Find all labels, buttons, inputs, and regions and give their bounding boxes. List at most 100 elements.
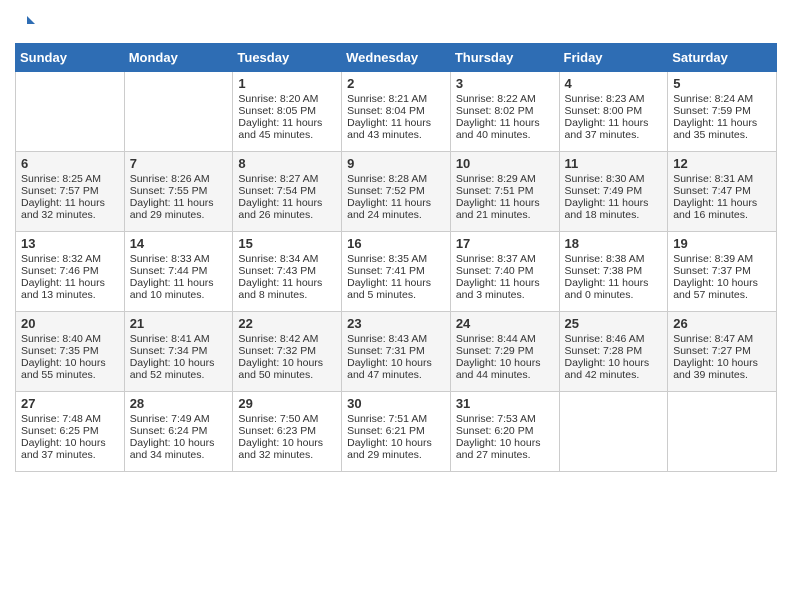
header-day-wednesday: Wednesday [342,43,451,71]
day-info: Sunrise: 8:44 AM [456,333,554,345]
header-day-friday: Friday [559,43,668,71]
page-header [15,10,777,39]
calendar-cell: 23Sunrise: 8:43 AMSunset: 7:31 PMDayligh… [342,311,451,391]
week-row-3: 13Sunrise: 8:32 AMSunset: 7:46 PMDayligh… [16,231,777,311]
day-info: Sunrise: 8:38 AM [565,253,663,265]
day-info: Sunrise: 8:40 AM [21,333,119,345]
calendar-header: SundayMondayTuesdayWednesdayThursdayFrid… [16,43,777,71]
day-info: Daylight: 10 hours and 44 minutes. [456,357,554,381]
calendar-cell: 25Sunrise: 8:46 AMSunset: 7:28 PMDayligh… [559,311,668,391]
logo-icon [17,14,37,34]
day-info: Sunset: 6:25 PM [21,425,119,437]
calendar-cell: 17Sunrise: 8:37 AMSunset: 7:40 PMDayligh… [450,231,559,311]
day-info: Sunrise: 8:47 AM [673,333,771,345]
day-info: Daylight: 11 hours and 45 minutes. [238,117,336,141]
header-day-sunday: Sunday [16,43,125,71]
day-info: Sunrise: 8:24 AM [673,93,771,105]
day-info: Daylight: 11 hours and 13 minutes. [21,277,119,301]
day-number: 25 [565,316,663,331]
day-info: Daylight: 11 hours and 10 minutes. [130,277,228,301]
day-info: Sunrise: 8:26 AM [130,173,228,185]
calendar-cell: 22Sunrise: 8:42 AMSunset: 7:32 PMDayligh… [233,311,342,391]
calendar-cell [16,71,125,151]
day-info: Sunset: 7:44 PM [130,265,228,277]
day-info: Sunrise: 8:22 AM [456,93,554,105]
day-info: Daylight: 10 hours and 34 minutes. [130,437,228,461]
day-number: 24 [456,316,554,331]
day-number: 3 [456,76,554,91]
calendar-cell: 26Sunrise: 8:47 AMSunset: 7:27 PMDayligh… [668,311,777,391]
day-info: Daylight: 10 hours and 27 minutes. [456,437,554,461]
day-number: 29 [238,396,336,411]
day-number: 28 [130,396,228,411]
calendar-cell: 19Sunrise: 8:39 AMSunset: 7:37 PMDayligh… [668,231,777,311]
day-info: Sunset: 7:29 PM [456,345,554,357]
day-number: 6 [21,156,119,171]
week-row-5: 27Sunrise: 7:48 AMSunset: 6:25 PMDayligh… [16,391,777,471]
day-info: Sunset: 6:20 PM [456,425,554,437]
day-info: Sunset: 7:37 PM [673,265,771,277]
day-number: 31 [456,396,554,411]
logo [15,14,37,39]
day-info: Sunrise: 8:32 AM [21,253,119,265]
day-info: Sunset: 7:35 PM [21,345,119,357]
day-info: Sunrise: 8:28 AM [347,173,445,185]
day-info: Sunset: 8:00 PM [565,105,663,117]
calendar-cell [559,391,668,471]
calendar-cell: 21Sunrise: 8:41 AMSunset: 7:34 PMDayligh… [124,311,233,391]
day-info: Sunset: 7:51 PM [456,185,554,197]
week-row-1: 1Sunrise: 8:20 AMSunset: 8:05 PMDaylight… [16,71,777,151]
day-info: Daylight: 10 hours and 47 minutes. [347,357,445,381]
day-number: 13 [21,236,119,251]
calendar-cell: 1Sunrise: 8:20 AMSunset: 8:05 PMDaylight… [233,71,342,151]
day-info: Sunset: 7:40 PM [456,265,554,277]
day-info: Sunset: 7:55 PM [130,185,228,197]
calendar-cell: 6Sunrise: 8:25 AMSunset: 7:57 PMDaylight… [16,151,125,231]
day-info: Sunrise: 8:43 AM [347,333,445,345]
day-number: 4 [565,76,663,91]
calendar-cell: 11Sunrise: 8:30 AMSunset: 7:49 PMDayligh… [559,151,668,231]
day-info: Sunrise: 8:25 AM [21,173,119,185]
day-info: Sunrise: 8:37 AM [456,253,554,265]
day-info: Daylight: 10 hours and 29 minutes. [347,437,445,461]
day-info: Sunset: 6:21 PM [347,425,445,437]
day-info: Sunrise: 7:53 AM [456,413,554,425]
day-info: Daylight: 11 hours and 16 minutes. [673,197,771,221]
day-info: Daylight: 11 hours and 35 minutes. [673,117,771,141]
day-info: Daylight: 11 hours and 26 minutes. [238,197,336,221]
day-info: Daylight: 11 hours and 21 minutes. [456,197,554,221]
day-info: Daylight: 10 hours and 55 minutes. [21,357,119,381]
day-number: 20 [21,316,119,331]
header-day-saturday: Saturday [668,43,777,71]
day-info: Sunrise: 8:23 AM [565,93,663,105]
day-info: Daylight: 11 hours and 24 minutes. [347,197,445,221]
day-info: Daylight: 10 hours and 57 minutes. [673,277,771,301]
calendar-cell: 20 Sunrise: 8:40 AMSunset: 7:35 PMDayligh… [16,311,125,391]
calendar-cell: 7Sunrise: 8:26 AMSunset: 7:55 PMDaylight… [124,151,233,231]
calendar-cell: 5Sunrise: 8:24 AMSunset: 7:59 PMDaylight… [668,71,777,151]
day-info: Sunset: 7:47 PM [673,185,771,197]
day-info: Sunset: 8:02 PM [456,105,554,117]
day-info: Sunset: 8:05 PM [238,105,336,117]
day-info: Sunrise: 8:42 AM [238,333,336,345]
day-info: Daylight: 11 hours and 18 minutes. [565,197,663,221]
day-number: 19 [673,236,771,251]
day-number: 10 [456,156,554,171]
calendar-cell: 30Sunrise: 7:51 AMSunset: 6:21 PMDayligh… [342,391,451,471]
day-info: Sunrise: 8:31 AM [673,173,771,185]
day-info: Sunset: 7:34 PM [130,345,228,357]
day-info: Sunrise: 8:27 AM [238,173,336,185]
header-day-tuesday: Tuesday [233,43,342,71]
calendar-cell: 10Sunrise: 8:29 AMSunset: 7:51 PMDayligh… [450,151,559,231]
day-info: Daylight: 11 hours and 32 minutes. [21,197,119,221]
calendar-table: SundayMondayTuesdayWednesdayThursdayFrid… [15,43,777,472]
day-info: Sunrise: 8:34 AM [238,253,336,265]
day-number: 2 [347,76,445,91]
day-info: Daylight: 10 hours and 37 minutes. [21,437,119,461]
day-info: Sunrise: 8:21 AM [347,93,445,105]
day-info: Sunset: 6:24 PM [130,425,228,437]
day-info: Sunset: 7:59 PM [673,105,771,117]
day-number: 14 [130,236,228,251]
calendar-cell: 27Sunrise: 7:48 AMSunset: 6:25 PMDayligh… [16,391,125,471]
day-number: 27 [21,396,119,411]
